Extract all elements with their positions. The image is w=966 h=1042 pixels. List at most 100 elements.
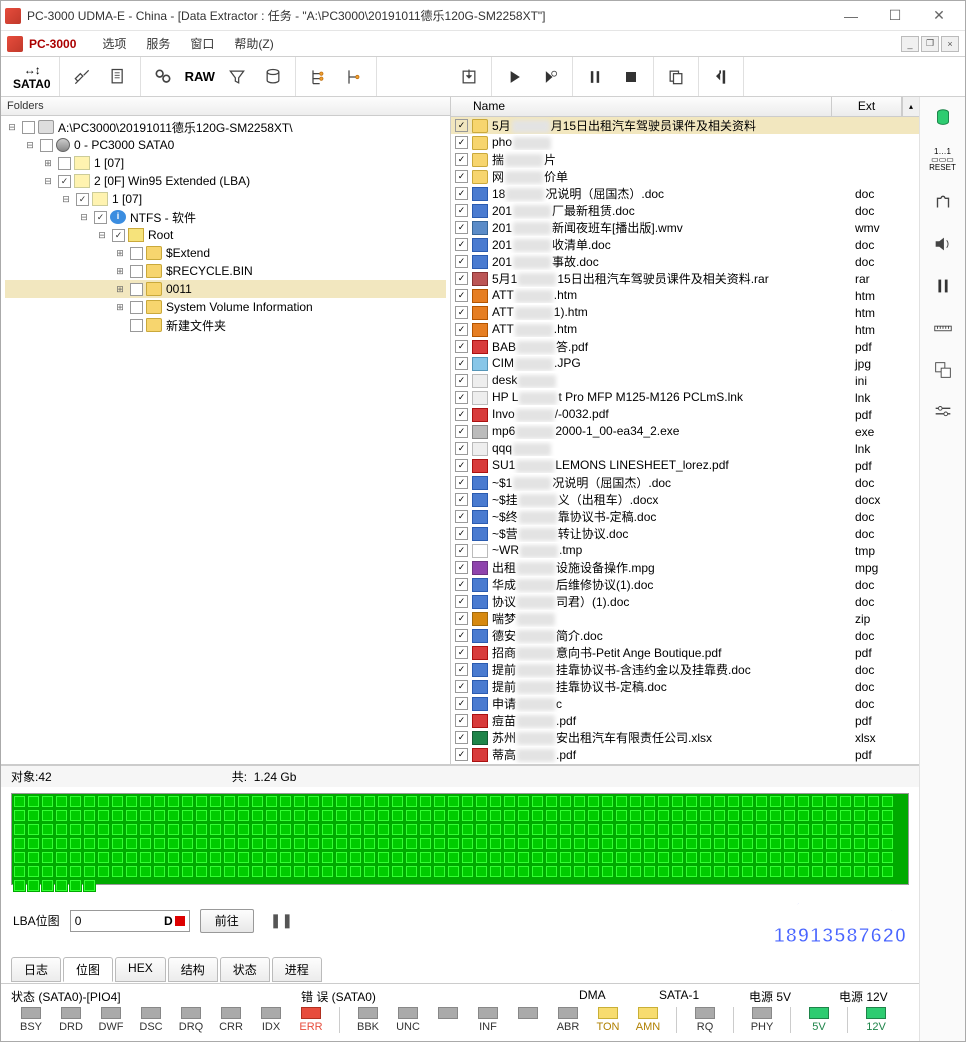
run-config-icon[interactable] bbox=[536, 63, 564, 91]
funnel-icon[interactable] bbox=[223, 63, 251, 91]
tree-item[interactable]: ⊞$RECYCLE.BIN bbox=[5, 262, 446, 280]
tree-item[interactable]: ⊟✓1 [07] bbox=[5, 190, 446, 208]
tab-status[interactable]: 状态 bbox=[220, 957, 270, 982]
ruler-icon[interactable] bbox=[928, 313, 958, 343]
file-row[interactable]: ✓出租设施设备操作.mpgmpg bbox=[451, 559, 919, 576]
tab-bitmap[interactable]: 位图 bbox=[63, 957, 113, 982]
file-row[interactable]: ✓5月月15日出租汽车驾驶员课件及相关资料 bbox=[451, 117, 919, 134]
tree-item[interactable]: 新建文件夹 bbox=[5, 316, 446, 334]
minimize-button[interactable]: — bbox=[829, 2, 873, 30]
tree-collapse-icon[interactable] bbox=[340, 63, 368, 91]
file-row[interactable]: ✓CIM.JPGjpg bbox=[451, 355, 919, 372]
pause-icon[interactable] bbox=[581, 63, 609, 91]
file-row[interactable]: ✓~WR.tmptmp bbox=[451, 542, 919, 559]
side-pause-icon[interactable] bbox=[928, 271, 958, 301]
file-row[interactable]: ✓Invo/-0032.pdfpdf bbox=[451, 406, 919, 423]
tools-icon[interactable] bbox=[68, 63, 96, 91]
tree-item[interactable]: ⊟✓2 [0F] Win95 Extended (LBA) bbox=[5, 172, 446, 190]
sata-port-button[interactable]: ↔↕SATA0 bbox=[13, 63, 51, 91]
bitmap-pause-icon[interactable]: ❚❚ bbox=[270, 912, 293, 929]
tree-item[interactable]: ⊟✓Root bbox=[5, 226, 446, 244]
scroll-up-icon[interactable]: ▴ bbox=[902, 97, 919, 116]
lba-input[interactable]: 0 D bbox=[70, 910, 190, 932]
files-list[interactable]: ✓5月月15日出租汽车驾驶员课件及相关资料✓pho✓揣片✓网价单✓18况说明（屈… bbox=[451, 117, 919, 764]
file-row[interactable]: ✓mp62000-1_00-ea34_2.exeexe bbox=[451, 423, 919, 440]
file-row[interactable]: ✓5月115日出租汽车驾驶员课件及相关资料.rarrar bbox=[451, 270, 919, 287]
file-row[interactable]: ✓deskini bbox=[451, 372, 919, 389]
file-row[interactable]: ✓喘梦zip bbox=[451, 610, 919, 627]
exit-icon[interactable] bbox=[707, 63, 735, 91]
menu-services[interactable]: 服务 bbox=[136, 31, 180, 56]
play-icon[interactable] bbox=[500, 63, 528, 91]
file-row[interactable]: ✓揣片 bbox=[451, 151, 919, 168]
file-row[interactable]: ✓BAB答.pdfpdf bbox=[451, 338, 919, 355]
file-row[interactable]: ✓qqqlnk bbox=[451, 440, 919, 457]
file-row[interactable]: ✓201厂最新租赁.docdoc bbox=[451, 202, 919, 219]
search-icon[interactable] bbox=[149, 63, 177, 91]
file-row[interactable]: ✓ATT.htmhtm bbox=[451, 287, 919, 304]
file-row[interactable]: ✓~$挂义（出租车）.docxdocx bbox=[451, 491, 919, 508]
file-row[interactable]: ✓招商意向书-Petit Ange Boutique.pdfpdf bbox=[451, 644, 919, 661]
tab-struct[interactable]: 结构 bbox=[168, 957, 218, 982]
file-row[interactable]: ✓网价单 bbox=[451, 168, 919, 185]
file-row[interactable]: ✓~$终靠协议书-定稿.docdoc bbox=[451, 508, 919, 525]
file-row[interactable]: ✓德安简介.docdoc bbox=[451, 627, 919, 644]
tree-item[interactable]: ⊟A:\PC3000\20191011德乐120G-SM2258XT\ bbox=[5, 118, 446, 136]
file-row[interactable]: ✓左右协议（出租车）.docxdocx bbox=[451, 763, 919, 764]
file-row[interactable]: ✓201新闻夜班车[播出版].wmvwmv bbox=[451, 219, 919, 236]
settings-icon[interactable] bbox=[928, 397, 958, 427]
file-row[interactable]: ✓痘苗.pdfpdf bbox=[451, 712, 919, 729]
mdi-minimize[interactable]: _ bbox=[901, 36, 919, 52]
file-row[interactable]: ✓18况说明（屈国杰）.docdoc bbox=[451, 185, 919, 202]
maximize-button[interactable]: ☐ bbox=[873, 2, 917, 30]
stop-icon[interactable] bbox=[617, 63, 645, 91]
tab-log[interactable]: 日志 bbox=[11, 957, 61, 982]
import-icon[interactable] bbox=[455, 63, 483, 91]
menu-window[interactable]: 窗口 bbox=[180, 31, 224, 56]
tree-item[interactable]: ⊟0 - PC3000 SATA0 bbox=[5, 136, 446, 154]
tree-item[interactable]: ⊟✓iNTFS - 软件 bbox=[5, 208, 446, 226]
file-row[interactable]: ✓HP Lt Pro MFP M125-M126 PCLmS.lnklnk bbox=[451, 389, 919, 406]
file-row[interactable]: ✓申请cdoc bbox=[451, 695, 919, 712]
tab-hex[interactable]: HEX bbox=[115, 957, 166, 982]
file-row[interactable]: ✓协议司君）(1).docdoc bbox=[451, 593, 919, 610]
sound-icon[interactable] bbox=[928, 229, 958, 259]
device-icon[interactable] bbox=[928, 103, 958, 133]
tab-process[interactable]: 进程 bbox=[272, 957, 322, 982]
clone-icon[interactable] bbox=[928, 355, 958, 385]
file-row[interactable]: ✓201事故.docdoc bbox=[451, 253, 919, 270]
file-row[interactable]: ✓华成后维修协议(1).docdoc bbox=[451, 576, 919, 593]
copy-icon[interactable] bbox=[662, 63, 690, 91]
column-name[interactable]: Name bbox=[451, 97, 832, 116]
file-row[interactable]: ✓~$1况说明（屈国杰）.docdoc bbox=[451, 474, 919, 491]
file-row[interactable]: ✓SU1LEMONS LINESHEET_lorez.pdfpdf bbox=[451, 457, 919, 474]
tree-expand-icon[interactable] bbox=[304, 63, 332, 91]
bitmap-grid[interactable] bbox=[11, 793, 909, 885]
mdi-close[interactable]: × bbox=[941, 36, 959, 52]
tree-item[interactable]: ⊞0011 bbox=[5, 280, 446, 298]
file-row[interactable]: ✓201收清单.docdoc bbox=[451, 236, 919, 253]
reset-icon[interactable]: 1…1▭▭▭RESET bbox=[928, 145, 958, 175]
menu-options[interactable]: 选项 bbox=[92, 31, 136, 56]
tree-item[interactable]: ⊞$Extend bbox=[5, 244, 446, 262]
column-ext[interactable]: Ext bbox=[832, 97, 902, 116]
file-row[interactable]: ✓苏州安出租汽车有限责任公司.xlsxxlsx bbox=[451, 729, 919, 746]
report-icon[interactable] bbox=[104, 63, 132, 91]
file-row[interactable]: ✓提前挂靠协议书-含违约金以及挂靠费.docdoc bbox=[451, 661, 919, 678]
file-row[interactable]: ✓蒂高.pdfpdf bbox=[451, 746, 919, 763]
file-row[interactable]: ✓提前挂靠协议书-定稿.docdoc bbox=[451, 678, 919, 695]
close-button[interactable]: ✕ bbox=[917, 2, 961, 30]
folders-tree[interactable]: ⊟A:\PC3000\20191011德乐120G-SM2258XT\⊟0 - … bbox=[1, 116, 450, 764]
file-row[interactable]: ✓pho bbox=[451, 134, 919, 151]
mdi-restore[interactable]: ❐ bbox=[921, 36, 939, 52]
connect-icon[interactable] bbox=[928, 187, 958, 217]
file-row[interactable]: ✓ATT1).htmhtm bbox=[451, 304, 919, 321]
file-row[interactable]: ✓ATT.htmhtm bbox=[451, 321, 919, 338]
menu-help[interactable]: 帮助(Z) bbox=[224, 31, 283, 56]
tree-item[interactable]: ⊞1 [07] bbox=[5, 154, 446, 172]
go-button[interactable]: 前往 bbox=[200, 909, 254, 933]
database-icon[interactable] bbox=[259, 63, 287, 91]
raw-button[interactable]: RAW bbox=[185, 69, 215, 84]
file-row[interactable]: ✓~$营转让协议.docdoc bbox=[451, 525, 919, 542]
tree-item[interactable]: ⊞System Volume Information bbox=[5, 298, 446, 316]
